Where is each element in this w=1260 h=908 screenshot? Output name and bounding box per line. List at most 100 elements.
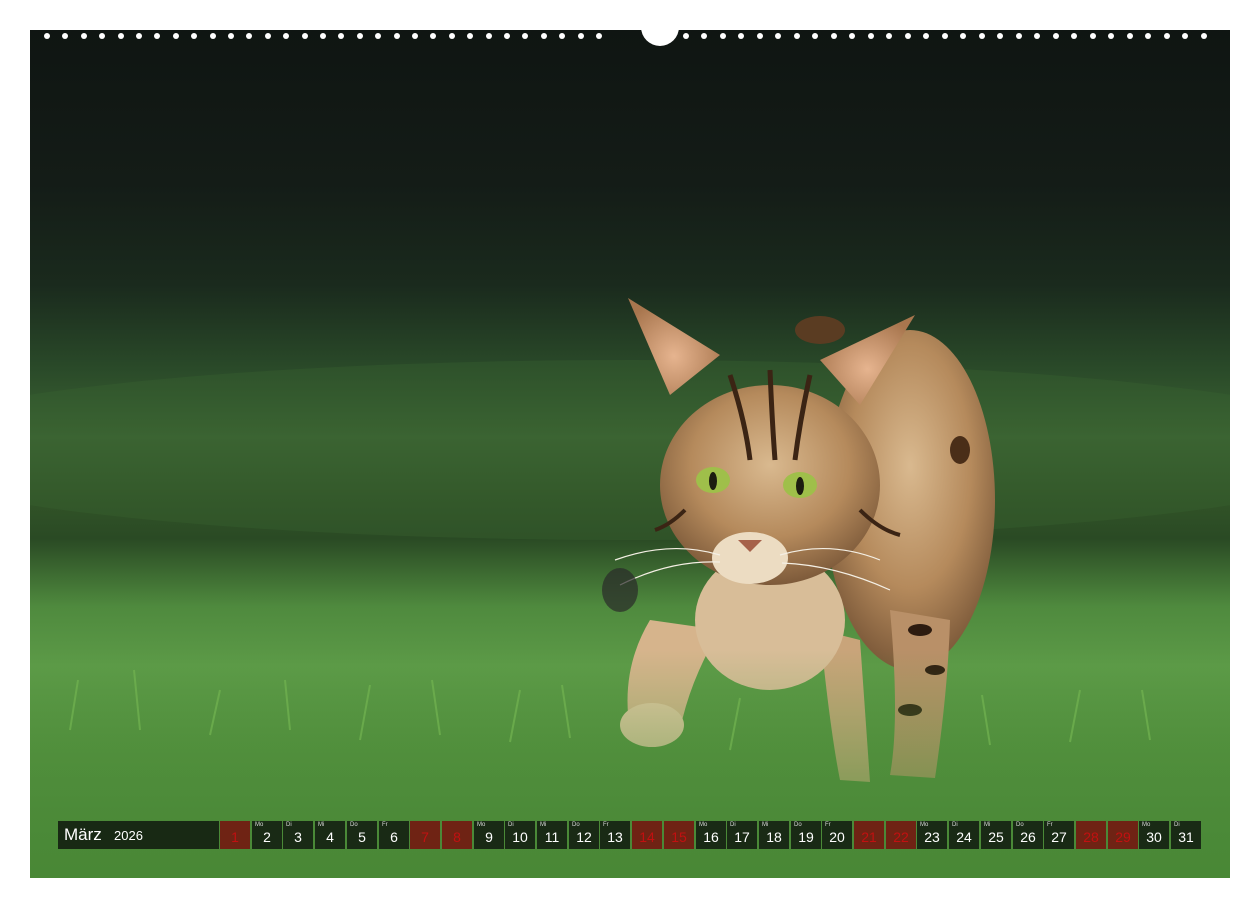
day-cell: Do 5 <box>347 821 377 849</box>
day-number: 23 <box>924 829 940 845</box>
day-cell: Mo 23 <box>917 821 947 849</box>
binding-hole <box>191 33 197 39</box>
day-number: 31 <box>1178 829 1194 845</box>
day-number: 7 <box>421 829 429 845</box>
day-cell: Mo 16 <box>696 821 726 849</box>
weekday-label: Do <box>794 822 802 828</box>
binding-hole <box>412 33 418 39</box>
day-cell: Do 12 <box>569 821 599 849</box>
weekday-label: Mi <box>540 822 547 828</box>
day-cell: Di 24 <box>949 821 979 849</box>
day-number: 5 <box>358 829 366 845</box>
binding-hole <box>812 33 818 39</box>
day-number: 28 <box>1083 829 1099 845</box>
day-cell: Mo 9 <box>474 821 504 849</box>
day-number: 9 <box>485 829 493 845</box>
binding-hole <box>99 33 105 39</box>
weekday-label: Fr <box>382 822 388 828</box>
binding-hole <box>905 33 911 39</box>
binding-hole <box>302 33 308 39</box>
binding-hole <box>430 33 436 39</box>
day-cell: Mo 30 <box>1139 821 1169 849</box>
binding-hole <box>775 33 781 39</box>
day-number: 26 <box>1020 829 1036 845</box>
day-cell: Fr 20 <box>822 821 852 849</box>
day-number: 11 <box>544 829 560 845</box>
bengal-cat-photo <box>30 30 1230 878</box>
binding-hole <box>246 33 252 39</box>
day-cell: Mi 4 <box>315 821 345 849</box>
day-number: 19 <box>798 829 814 845</box>
binding-hole <box>559 33 565 39</box>
binding-hole <box>486 33 492 39</box>
day-cell: Mi 25 <box>981 821 1011 849</box>
day-cell: Di 10 <box>505 821 535 849</box>
binding-hole <box>1053 33 1059 39</box>
day-number: 20 <box>829 829 845 845</box>
day-number: 22 <box>893 829 909 845</box>
binding-hole <box>81 33 87 39</box>
binding-hole <box>44 33 50 39</box>
binding-hole <box>596 33 602 39</box>
weekday-label: Di <box>508 822 514 828</box>
binding-hole <box>375 33 381 39</box>
binding-hole <box>228 33 234 39</box>
binding-hole <box>1182 33 1188 39</box>
binding-hole <box>394 33 400 39</box>
day-cell: Do 19 <box>791 821 821 849</box>
day-number: 21 <box>861 829 877 845</box>
calendar-page: März 2026 1 Mo 2 Di 3 Mi 4 Do 5 Fr 6 7 8 Mo 9 Di 10 Mi 11 D… <box>0 0 1260 908</box>
binding-hole <box>173 33 179 39</box>
binding-hole <box>1090 33 1096 39</box>
day-number: 30 <box>1146 829 1162 845</box>
binding-hole <box>886 33 892 39</box>
day-number: 12 <box>576 829 592 845</box>
day-cell: 14 <box>632 821 662 849</box>
binding-hole <box>467 33 473 39</box>
binding-hole <box>997 33 1003 39</box>
weekday-label: Mi <box>318 822 325 828</box>
day-cell: Mi 11 <box>537 821 567 849</box>
weekday-label: Mo <box>920 822 929 828</box>
day-cell: 15 <box>664 821 694 849</box>
binding-hole <box>118 33 124 39</box>
day-number: 25 <box>988 829 1004 845</box>
binding-hole <box>449 33 455 39</box>
binding-hole <box>154 33 160 39</box>
day-cell: 21 <box>854 821 884 849</box>
binding-hole <box>683 33 689 39</box>
weekday-label: Do <box>350 822 358 828</box>
day-number: 27 <box>1051 829 1067 845</box>
binding-hole <box>1034 33 1040 39</box>
weekday-label: Mo <box>1142 822 1151 828</box>
day-cell: Di 31 <box>1171 821 1201 849</box>
day-number: 24 <box>956 829 972 845</box>
binding-hole <box>1108 33 1114 39</box>
day-cell: Fr 6 <box>379 821 409 849</box>
day-number: 4 <box>326 829 334 845</box>
binding-hole <box>979 33 985 39</box>
day-cell: Mo 2 <box>252 821 282 849</box>
weekday-label: Mo <box>255 822 264 828</box>
day-number: 18 <box>766 829 782 845</box>
binding-hole <box>849 33 855 39</box>
binding-hole <box>1201 33 1207 39</box>
day-number: 13 <box>607 829 623 845</box>
binding-hole <box>794 33 800 39</box>
binding-hole <box>1127 33 1133 39</box>
weekday-label: Mo <box>699 822 708 828</box>
day-cell: 8 <box>442 821 472 849</box>
binding-hole <box>868 33 874 39</box>
weekday-label: Di <box>286 822 292 828</box>
day-cell: Di 3 <box>283 821 313 849</box>
binding-hole <box>265 33 271 39</box>
weekday-label: Mi <box>984 822 991 828</box>
weekday-label: Mo <box>477 822 486 828</box>
day-number: 17 <box>734 829 750 845</box>
day-cell: Fr 13 <box>600 821 630 849</box>
binding-hole <box>960 33 966 39</box>
binding-hole <box>664 33 670 39</box>
day-number: 15 <box>671 829 687 845</box>
weekday-label: Mi <box>762 822 769 828</box>
binding-hole <box>338 33 344 39</box>
